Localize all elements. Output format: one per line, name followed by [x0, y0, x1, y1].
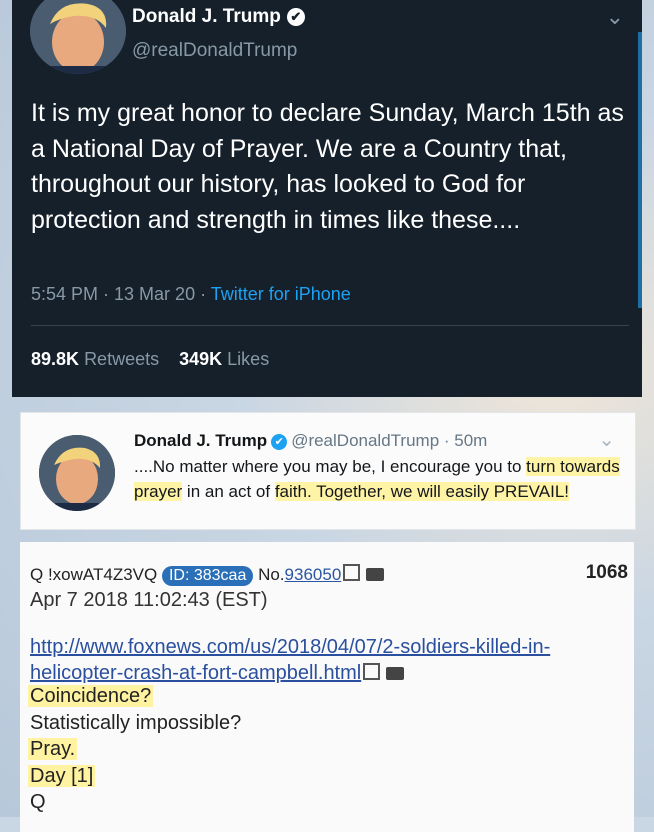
- post-date: Apr 7 2018 11:02:43 (EST): [30, 589, 268, 611]
- q-post-card: Q !xowAT4Z3VQ ID: 383caa No.936050 1068 …: [20, 542, 634, 832]
- handle[interactable]: @realDonaldTrump: [291, 431, 439, 450]
- post-number-prefix: No.: [258, 565, 285, 584]
- dark-tweet-card: Donald J. Trump ✔ @realDonaldTrump ⌄ It i…: [12, 0, 642, 397]
- likes-stat[interactable]: 349K Likes: [179, 349, 269, 369]
- retweets-stat[interactable]: 89.8K Retweets: [31, 349, 159, 369]
- divider: [31, 325, 629, 326]
- tweet-source-link[interactable]: Twitter for iPhone: [211, 284, 351, 304]
- avatar[interactable]: [39, 435, 115, 511]
- poster-id-badge[interactable]: ID: 383caa: [161, 566, 254, 586]
- article-link-text[interactable]: http://www.foxnews.com/us/2018/04/07/2-s…: [30, 636, 550, 684]
- verified-icon: ✔: [271, 434, 288, 450]
- external-link-icon[interactable]: [343, 564, 361, 581]
- folder-icon[interactable]: [386, 667, 405, 680]
- post-line-signature: Q: [30, 791, 46, 814]
- scrollbar[interactable]: [638, 32, 642, 308]
- post-header: Q !xowAT4Z3VQ ID: 383caa No.936050: [30, 564, 385, 586]
- external-link-icon[interactable]: [363, 663, 381, 680]
- highlighted-text-faith: faith. Together, we will easily PREVAIL!: [274, 481, 569, 501]
- tweet-time: · 50m: [443, 431, 488, 450]
- article-link[interactable]: http://www.foxnews.com/us/2018/04/07/2-s…: [30, 634, 634, 686]
- retweets-count: 89.8K: [31, 349, 80, 369]
- post-number-link[interactable]: 936050: [285, 565, 342, 584]
- tweet-header: Donald J. Trump ✔ @realDonaldTrump · 50m: [134, 431, 487, 451]
- tweet-meta: 5:54 PM · 13 Mar 20 · Twitter for iPhone: [31, 284, 351, 305]
- tweet-text: ....No matter where you may be, I encour…: [134, 455, 624, 504]
- text-part-a: ....No matter where you may be, I encour…: [134, 457, 527, 476]
- post-count: 1068: [585, 562, 628, 583]
- post-line-statistically: Statistically impossible?: [30, 711, 242, 734]
- post-line-day: Day [1]: [28, 764, 96, 787]
- likes-count: 349K: [179, 349, 223, 369]
- text-part-c: in an act of: [182, 481, 275, 501]
- post-line-coincidence: Coincidence?: [28, 685, 154, 707]
- display-name[interactable]: Donald J. Trump ✔: [132, 6, 305, 28]
- chevron-down-icon[interactable]: ⌄: [598, 427, 615, 452]
- tweet-time: 5:54 PM · 13 Mar 20 ·: [31, 284, 211, 304]
- tweet-text: It is my great honor to declare Sunday, …: [31, 99, 624, 234]
- tweet-stats: 89.8K Retweets 349K Likes: [31, 349, 269, 370]
- avatar[interactable]: [30, 0, 126, 74]
- folder-icon[interactable]: [366, 568, 385, 581]
- retweets-label: Retweets: [84, 349, 160, 369]
- poster-tripcode: Q !xowAT4Z3VQ: [30, 565, 158, 584]
- light-tweet-card: Donald J. Trump ✔ @realDonaldTrump · 50m ⌄…: [20, 412, 636, 530]
- display-name[interactable]: Donald J. Trump: [134, 431, 267, 450]
- chevron-down-icon[interactable]: ⌄: [606, 4, 624, 30]
- post-body: Coincidence? Statistically impossible? P…: [28, 683, 242, 816]
- post-line-pray: Pray.: [28, 738, 78, 761]
- verified-icon: ✔: [286, 8, 305, 26]
- likes-label: Likes: [227, 349, 270, 369]
- handle[interactable]: @realDonaldTrump: [132, 40, 297, 62]
